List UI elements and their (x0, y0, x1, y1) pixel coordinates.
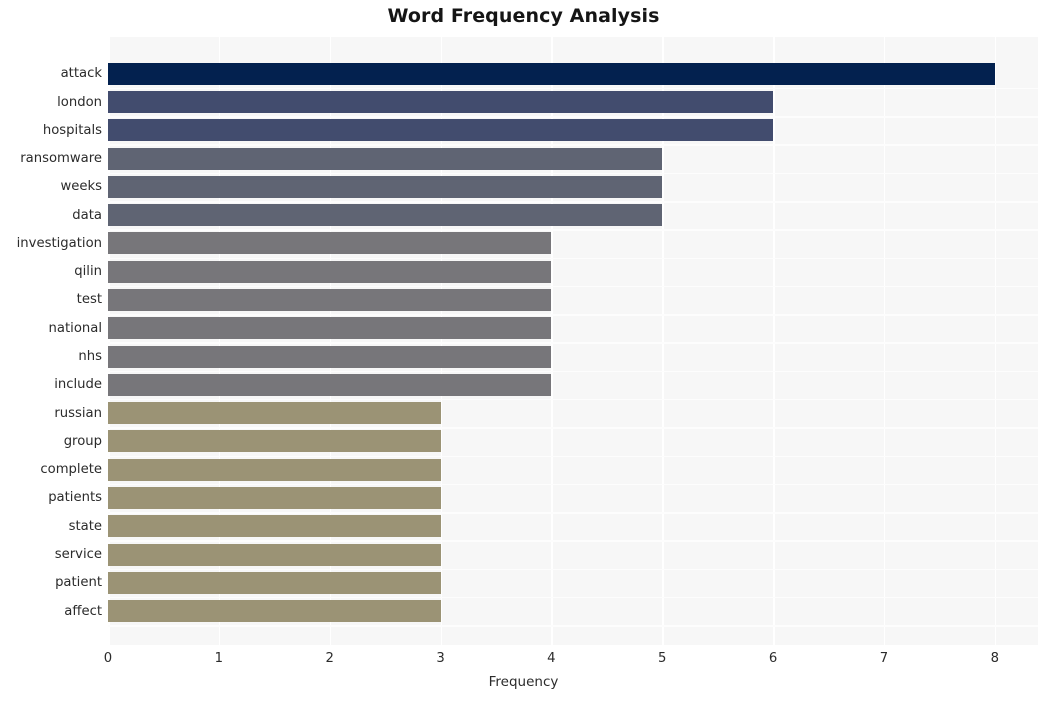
y-axis-tick-label: weeks (60, 179, 102, 195)
y-axis-tick-label: state (68, 518, 102, 534)
gridline-horizontal (108, 342, 1038, 344)
gridline-horizontal (108, 483, 1038, 486)
gridline-horizontal (108, 116, 1038, 118)
bar (108, 430, 441, 453)
x-axis-tick-label: 3 (436, 651, 445, 666)
gridline-horizontal (108, 229, 1038, 231)
gridline-horizontal (108, 201, 1038, 203)
gridline-horizontal (108, 144, 1038, 146)
x-axis-tick-label: 2 (325, 651, 334, 666)
bar (108, 119, 774, 142)
y-axis-tick-labels: attack london hospitals ransomware weeks data… (0, 37, 102, 645)
x-axis-tick-label: 0 (103, 651, 113, 666)
bar (108, 486, 441, 509)
x-axis-title: Frequency (488, 674, 559, 690)
gridline-vertical (883, 37, 886, 645)
gridline-horizontal (108, 427, 1038, 429)
bar (108, 260, 552, 283)
y-axis-tick-label: investigation (16, 235, 102, 251)
y-axis-tick-label: affect (64, 603, 102, 619)
chart-title: Word Frequency Analysis (387, 5, 660, 27)
bar (108, 62, 995, 85)
bar (108, 175, 663, 198)
bar (108, 458, 441, 481)
gridline-horizontal (108, 285, 1038, 288)
y-axis-tick-label: service (54, 547, 102, 562)
x-axis-tick-label: 1 (214, 651, 224, 666)
gridline-vertical (994, 37, 997, 645)
y-axis-tick-label: data (72, 207, 102, 223)
gridline-horizontal (108, 257, 1038, 260)
gridline-horizontal (108, 172, 1038, 175)
bar (108, 91, 774, 114)
word-frequency-chart: Word Frequency Analysis attack london hosp… (0, 0, 1047, 701)
bar (108, 232, 552, 255)
y-axis-tick-label: complete (40, 462, 102, 478)
gridline-horizontal (108, 398, 1038, 401)
plot-area (108, 37, 1038, 645)
y-axis-tick-label: russian (54, 405, 102, 421)
gridline-horizontal (108, 512, 1038, 514)
gridline-horizontal (108, 87, 1038, 90)
gridline-horizontal (108, 568, 1038, 571)
y-axis-tick-label: qilin (74, 264, 102, 280)
bar (108, 543, 441, 566)
gridline-horizontal (108, 540, 1038, 542)
bar (108, 204, 663, 227)
gridline-horizontal (108, 625, 1038, 627)
bar (108, 147, 663, 170)
x-axis-tick-label: 4 (547, 651, 556, 666)
y-axis-tick-label: patient (55, 575, 102, 591)
bar (108, 600, 441, 623)
x-axis-tick-label: 6 (768, 651, 778, 666)
x-axis-tick-label: 8 (990, 651, 999, 666)
y-axis-tick-label: patients (48, 490, 102, 506)
gridline-horizontal (108, 596, 1038, 599)
x-axis-tick-label: 5 (658, 651, 667, 666)
y-axis-tick-label: london (57, 94, 102, 110)
gridline-horizontal (108, 455, 1038, 458)
gridline-horizontal (108, 314, 1038, 316)
y-axis-tick-label: attack (60, 66, 102, 82)
y-axis-tick-label: national (48, 320, 102, 336)
x-axis-tick-label: 7 (879, 651, 889, 666)
y-axis-tick-label: include (54, 377, 102, 393)
bar (108, 345, 552, 368)
y-axis-tick-label: ransomware (20, 151, 102, 167)
bar (108, 288, 552, 311)
y-axis-tick-label: hospitals (42, 122, 102, 138)
y-axis-tick-label: test (76, 292, 102, 308)
y-axis-tick-label: nhs (78, 349, 102, 365)
bar (108, 373, 552, 396)
bar (108, 571, 441, 594)
bar (108, 515, 441, 538)
gridline-horizontal (108, 370, 1038, 373)
gridline-vertical (773, 37, 775, 645)
y-axis-tick-label: group (63, 433, 102, 449)
bar (108, 317, 552, 340)
bar (108, 402, 441, 425)
